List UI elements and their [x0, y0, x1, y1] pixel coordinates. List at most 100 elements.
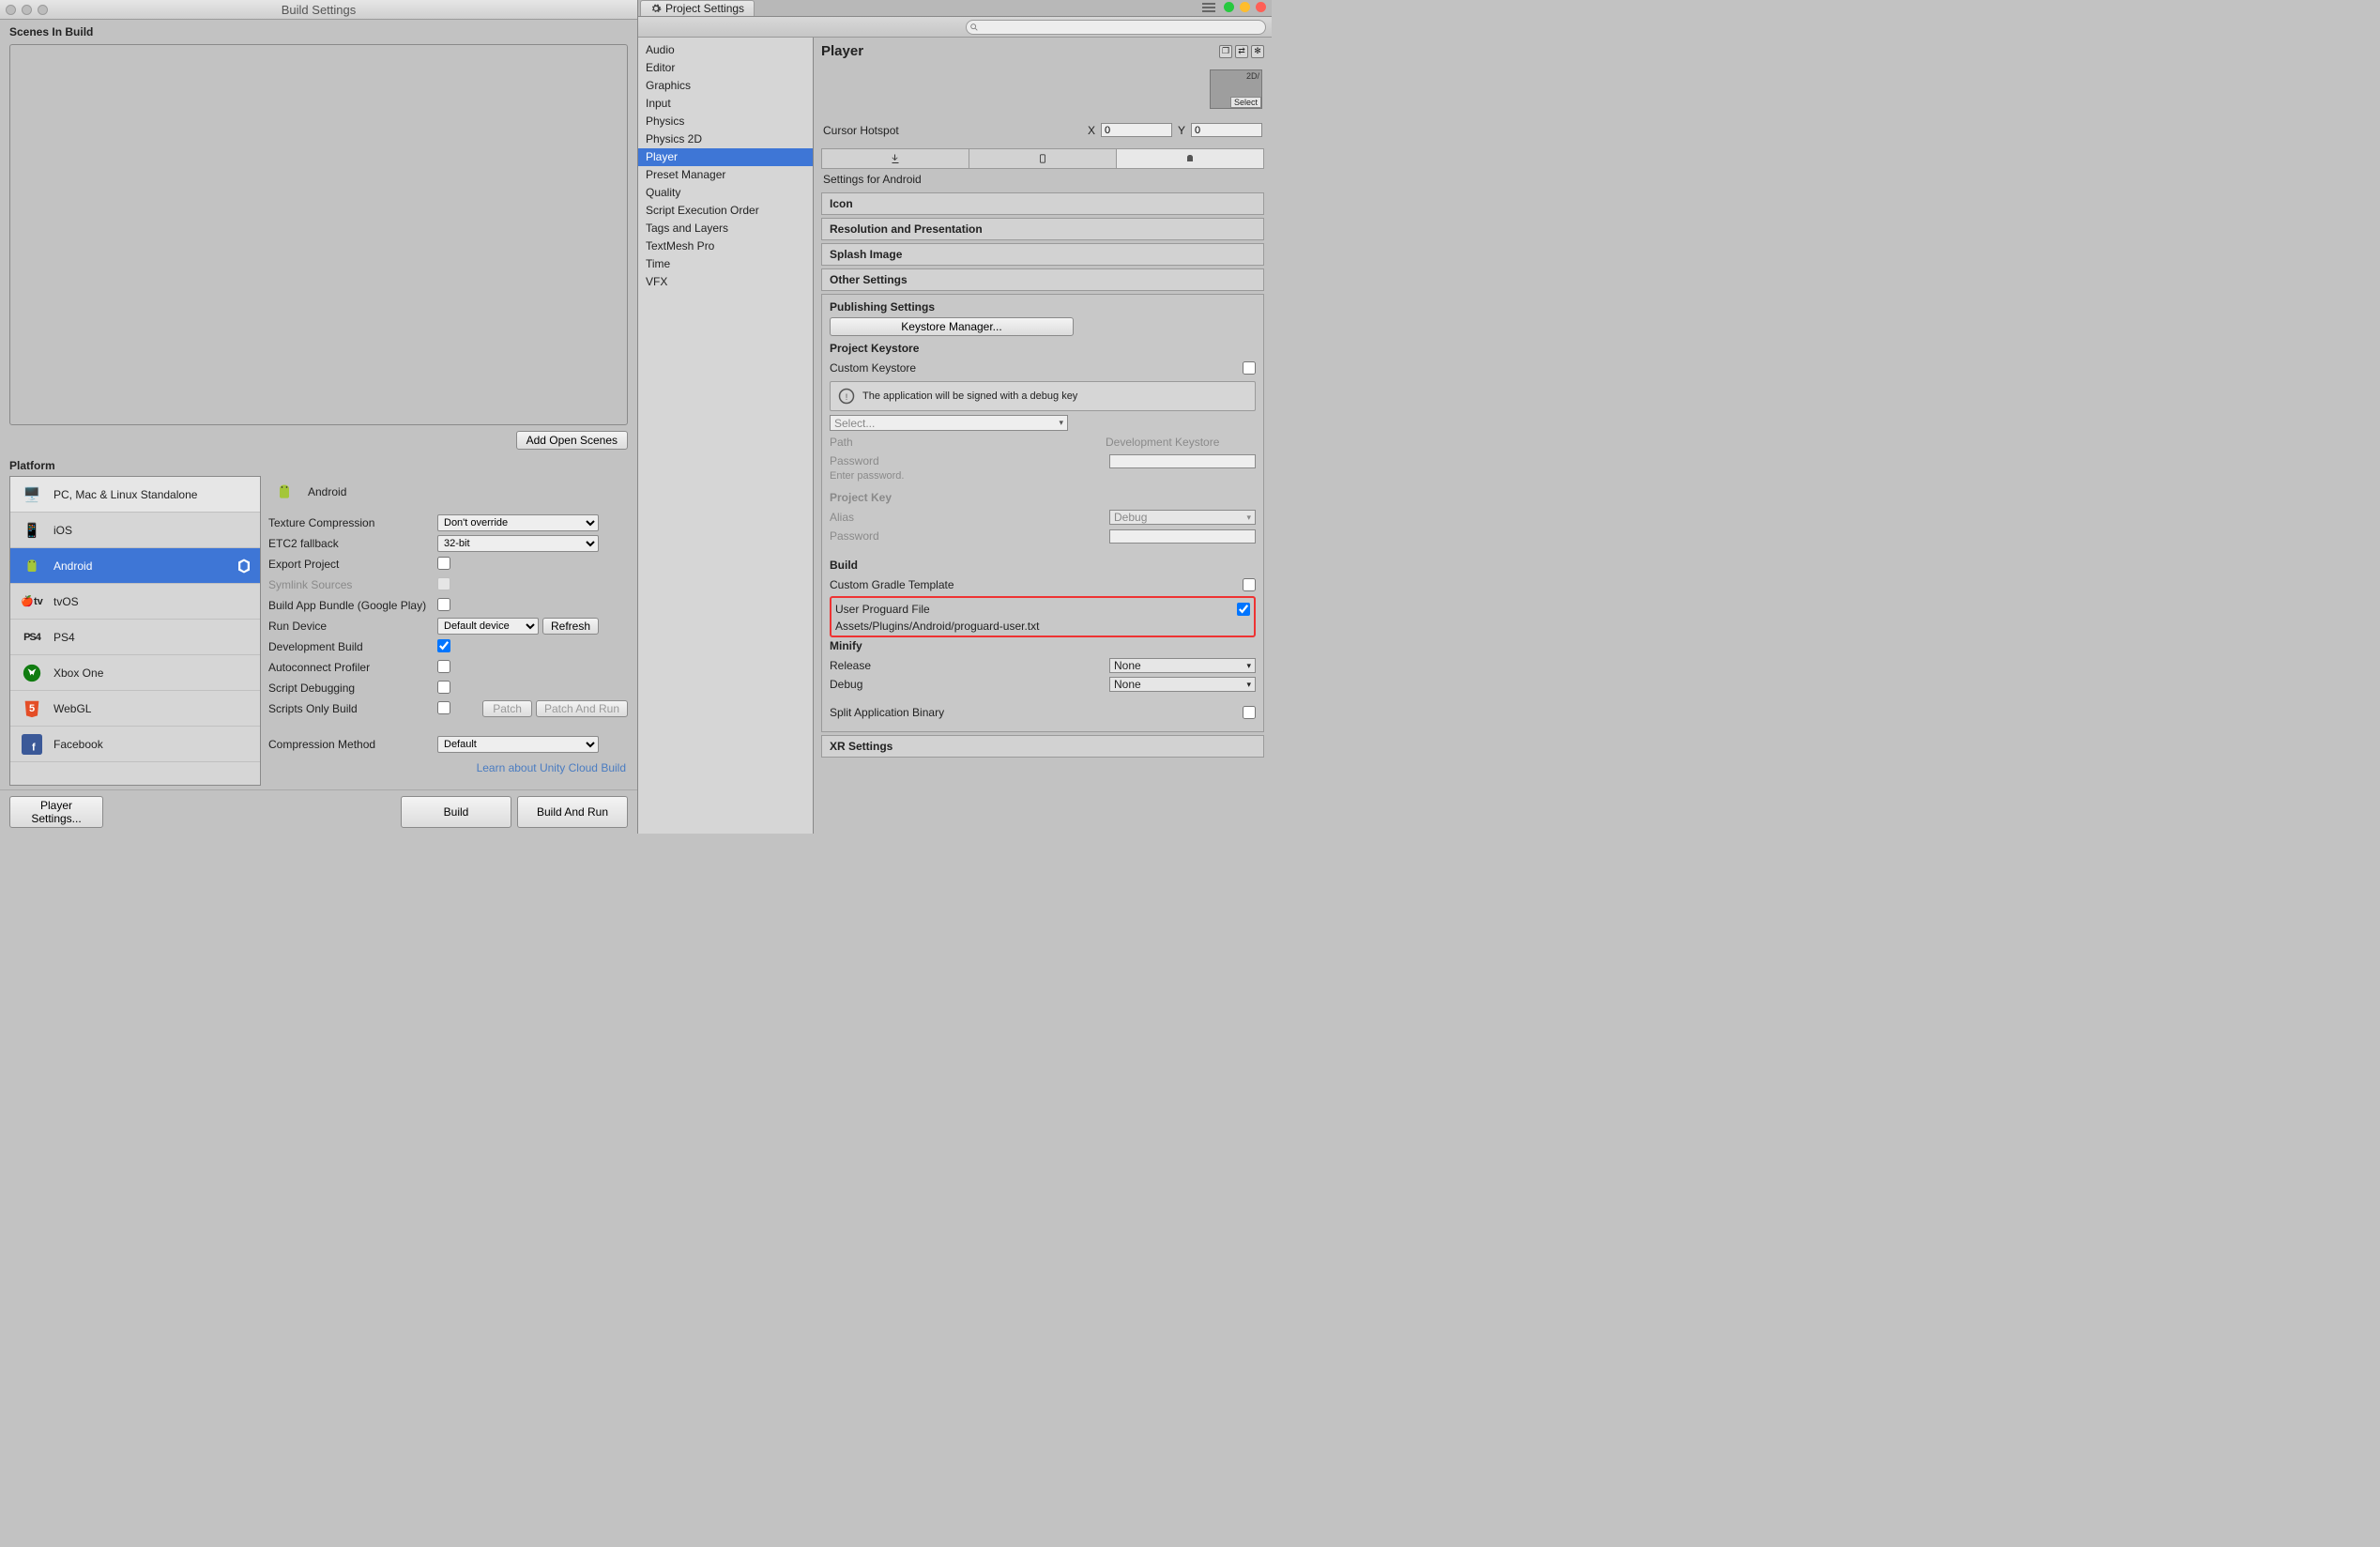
presets-icon[interactable]: ⇄ — [1235, 45, 1248, 58]
x-label: X — [1088, 124, 1095, 137]
tab-standalone[interactable] — [822, 149, 969, 168]
settings-category-list: Audio Editor Graphics Input Physics Phys… — [638, 38, 814, 834]
platform-pc[interactable]: 🖥️ PC, Mac & Linux Standalone — [10, 477, 260, 513]
section-icon[interactable]: Icon — [821, 192, 1264, 215]
platform-tvos[interactable]: 🍎tv tvOS — [10, 584, 260, 620]
cursor-hotspot-x-input[interactable] — [1101, 123, 1172, 137]
export-project-label: Export Project — [268, 558, 437, 571]
platform-label: Android — [53, 559, 92, 573]
etc2-fallback-select[interactable]: 32-bit — [437, 535, 599, 552]
selected-platform-name: Android — [308, 485, 346, 498]
key-password-label: Password — [830, 529, 1109, 543]
keystore-password-input — [1109, 454, 1256, 468]
cat-player[interactable]: Player — [638, 148, 813, 166]
project-keystore-label: Project Keystore — [830, 342, 1256, 355]
texture-compression-label: Texture Compression — [268, 516, 437, 529]
keystore-manager-button[interactable]: Keystore Manager... — [830, 317, 1074, 336]
page-title: Player — [821, 43, 863, 59]
close-icon[interactable] — [6, 5, 16, 15]
select-texture-button[interactable]: Select — [1230, 97, 1261, 108]
minimize-icon[interactable] — [1240, 2, 1250, 12]
platform-facebook[interactable]: f Facebook — [10, 727, 260, 762]
open-reference-icon[interactable]: ❐ — [1219, 45, 1232, 58]
zoom-icon[interactable] — [1224, 2, 1234, 12]
build-app-bundle-label: Build App Bundle (Google Play) — [268, 599, 437, 612]
minify-label: Minify — [830, 639, 1256, 652]
script-debugging-label: Script Debugging — [268, 682, 437, 695]
minify-release-select[interactable]: None — [1109, 658, 1256, 673]
scripts-only-build-checkbox[interactable] — [437, 701, 450, 714]
svg-text:!: ! — [846, 392, 848, 402]
development-build-checkbox[interactable] — [437, 639, 450, 652]
add-open-scenes-button[interactable]: Add Open Scenes — [516, 431, 628, 450]
patch-and-run-button[interactable]: Patch And Run — [536, 700, 628, 717]
export-project-checkbox[interactable] — [437, 557, 450, 570]
release-label: Release — [830, 659, 1109, 672]
player-settings-button[interactable]: Player Settings... — [9, 796, 103, 828]
cat-tags[interactable]: Tags and Layers — [638, 220, 813, 237]
settings-gear-icon[interactable]: ✻ — [1251, 45, 1264, 58]
platform-ios[interactable]: 📱 iOS — [10, 513, 260, 548]
keystore-select[interactable]: Select... — [830, 415, 1068, 431]
cat-graphics[interactable]: Graphics — [638, 77, 813, 95]
cat-quality[interactable]: Quality — [638, 184, 813, 202]
panel-menu-icon[interactable] — [1202, 3, 1215, 12]
android-icon — [270, 480, 298, 504]
zoom-icon[interactable] — [38, 5, 48, 15]
platform-ps4[interactable]: PS4 PS4 — [10, 620, 260, 655]
custom-keystore-label: Custom Keystore — [830, 361, 1243, 375]
patch-button[interactable]: Patch — [482, 700, 532, 717]
platform-android[interactable]: Android — [10, 548, 260, 584]
password-label: Password — [830, 454, 1109, 467]
platform-webgl[interactable]: 5 WebGL — [10, 691, 260, 727]
cat-tmpro[interactable]: TextMesh Pro — [638, 237, 813, 255]
cat-vfx[interactable]: VFX — [638, 273, 813, 291]
run-device-select[interactable]: Default device — [437, 618, 539, 635]
section-other[interactable]: Other Settings — [821, 268, 1264, 291]
close-icon[interactable] — [1256, 2, 1266, 12]
minimize-icon[interactable] — [22, 5, 32, 15]
cat-preset[interactable]: Preset Manager — [638, 166, 813, 184]
build-app-bundle-checkbox[interactable] — [437, 598, 450, 611]
cat-time[interactable]: Time — [638, 255, 813, 273]
debug-key-info: ! The application will be signed with a … — [830, 381, 1256, 411]
split-apk-checkbox[interactable] — [1243, 706, 1256, 719]
cat-editor[interactable]: Editor — [638, 59, 813, 77]
tab-android[interactable] — [1117, 149, 1263, 168]
cat-physics[interactable]: Physics — [638, 113, 813, 130]
build-and-run-button[interactable]: Build And Run — [517, 796, 628, 828]
build-button[interactable]: Build — [401, 796, 511, 828]
cursor-hotspot-y-input[interactable] — [1191, 123, 1262, 137]
cursor-texture-thumb: 2D/ Select — [1210, 69, 1262, 109]
refresh-button[interactable]: Refresh — [542, 618, 599, 635]
autoconnect-profiler-checkbox[interactable] — [437, 660, 450, 673]
cloud-build-link[interactable]: Learn about Unity Cloud Build — [268, 758, 628, 776]
password-hint: Enter password. — [830, 470, 1256, 482]
project-settings-tab[interactable]: Project Settings — [640, 0, 755, 16]
platform-xboxone[interactable]: Xbox One — [10, 655, 260, 691]
platform-label: Facebook — [53, 738, 103, 751]
custom-keystore-checkbox[interactable] — [1243, 361, 1256, 375]
script-debugging-checkbox[interactable] — [437, 681, 450, 694]
tab-ios[interactable] — [969, 149, 1117, 168]
cat-script-exec[interactable]: Script Execution Order — [638, 202, 813, 220]
texture-compression-select[interactable]: Don't override — [437, 514, 599, 531]
proguard-checkbox[interactable] — [1237, 603, 1250, 616]
scripts-only-build-label: Scripts Only Build — [268, 702, 437, 715]
section-xr[interactable]: XR Settings — [821, 735, 1264, 758]
cat-audio[interactable]: Audio — [638, 41, 813, 59]
alias-select[interactable]: Debug — [1109, 510, 1256, 525]
bottom-bar: Player Settings... Build Build And Run — [0, 789, 637, 834]
compression-method-select[interactable]: Default — [437, 736, 599, 753]
cat-input[interactable]: Input — [638, 95, 813, 113]
tab-label: Project Settings — [665, 2, 744, 15]
section-splash[interactable]: Splash Image — [821, 243, 1264, 266]
texture-slot[interactable]: 2D/ Select — [1210, 69, 1262, 109]
cat-physics2d[interactable]: Physics 2D — [638, 130, 813, 148]
scenes-list[interactable] — [9, 44, 628, 425]
search-input[interactable] — [966, 20, 1266, 35]
ios-icon: 📱 — [18, 518, 46, 543]
minify-debug-select[interactable]: None — [1109, 677, 1256, 692]
gradle-template-checkbox[interactable] — [1243, 578, 1256, 591]
section-resolution[interactable]: Resolution and Presentation — [821, 218, 1264, 240]
